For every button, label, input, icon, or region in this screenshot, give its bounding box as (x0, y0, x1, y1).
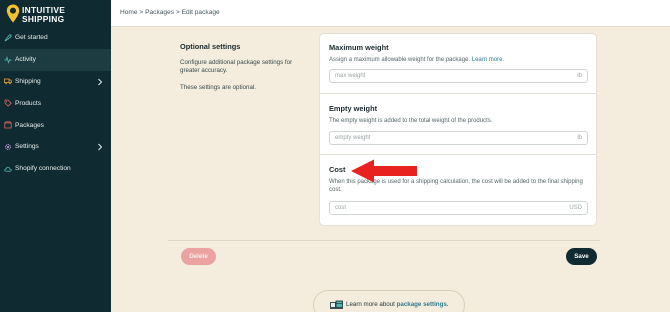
sidebar-item-label: Settings (15, 143, 39, 151)
divider (320, 93, 596, 94)
section-title: Optional settings (180, 42, 241, 51)
field-title: Maximum weight (329, 43, 389, 52)
input-suffix: lb (577, 135, 582, 141)
save-button[interactable]: Save (566, 248, 597, 265)
optional-settings-card: Maximum weight Assign a maximum allowabl… (319, 33, 597, 226)
chevron-right-icon (98, 143, 103, 151)
sidebar-item-label: Get started (15, 34, 48, 42)
cost-input[interactable]: cost USD (329, 201, 588, 215)
sidebar-item-products[interactable]: Products (0, 92, 111, 114)
logo-text: INTUITIVE SHIPPING (22, 6, 65, 23)
max-weight-input[interactable]: max weight lb (329, 69, 588, 83)
logo-line-2: SHIPPING (22, 13, 65, 24)
sidebar-nav: Get started Activity Shipping Products P… (0, 27, 111, 180)
sidebar-item-shopify-connection[interactable]: Shopify connection (0, 158, 111, 180)
learn-more-prefix: Learn more about (346, 301, 395, 308)
sidebar-item-label: Shipping (15, 77, 41, 85)
input-placeholder: max weight (335, 73, 366, 79)
section-description: Configure additional package settings fo… (180, 59, 293, 75)
package-boxes-icon (330, 300, 343, 309)
input-placeholder: cost (335, 205, 347, 211)
package-settings-link[interactable]: package settings. (397, 301, 449, 308)
truck-icon (4, 77, 12, 85)
field-help: Assign a maximum allowable weight for th… (329, 56, 589, 64)
delete-button[interactable]: Delete (181, 248, 216, 265)
sidebar-item-activity[interactable]: Activity (0, 48, 111, 71)
breadcrumb[interactable]: Home > Packages > Edit package (120, 9, 220, 16)
sidebar-item-label: Shopify connection (15, 165, 71, 173)
app-logo[interactable]: INTUITIVE SHIPPING (4, 3, 104, 25)
max-weight-field: Maximum weight Assign a maximum allowabl… (329, 43, 589, 64)
learn-more-link[interactable]: Learn more. (472, 57, 504, 63)
input-suffix: USD (569, 205, 582, 211)
location-pin-icon (6, 4, 20, 23)
top-bar: Home > Packages > Edit package (111, 0, 670, 27)
field-help-text: Assign a maximum allowable weight for th… (329, 57, 471, 63)
learn-more-banner[interactable]: Learn more about package settings. (313, 290, 465, 312)
activity-icon (4, 55, 12, 64)
gear-icon (4, 143, 12, 151)
box-icon (4, 121, 12, 129)
sidebar-item-get-started[interactable]: Get started (0, 27, 111, 49)
sidebar-item-label: Products (15, 99, 42, 107)
cloud-icon (4, 165, 12, 173)
field-help-text: The empty weight is added to the total w… (329, 118, 493, 124)
empty-weight-field: Empty weight The empty weight is added t… (329, 104, 589, 125)
sidebar-item-settings[interactable]: Settings (0, 136, 111, 158)
sidebar-item-label: Activity (15, 56, 36, 64)
empty-weight-input[interactable]: empty weight lb (329, 131, 588, 145)
annotation-arrow-icon (351, 159, 417, 183)
sidebar-item-shipping[interactable]: Shipping (0, 71, 111, 93)
sidebar-item-packages[interactable]: Packages (0, 114, 111, 136)
learn-more-text: Learn more about package settings. (346, 301, 449, 308)
sidebar-item-label: Packages (15, 121, 44, 129)
footer-divider (168, 240, 600, 241)
section-note: These settings are optional. (180, 84, 257, 91)
sidebar: INTUITIVE SHIPPING Get started Activity … (0, 0, 111, 312)
input-placeholder: empty weight (335, 135, 371, 141)
rocket-icon (4, 34, 12, 42)
chevron-right-icon (98, 78, 103, 85)
field-title: Empty weight (329, 104, 378, 113)
tag-icon (4, 99, 12, 108)
input-suffix: lb (577, 73, 582, 79)
divider (320, 154, 596, 155)
